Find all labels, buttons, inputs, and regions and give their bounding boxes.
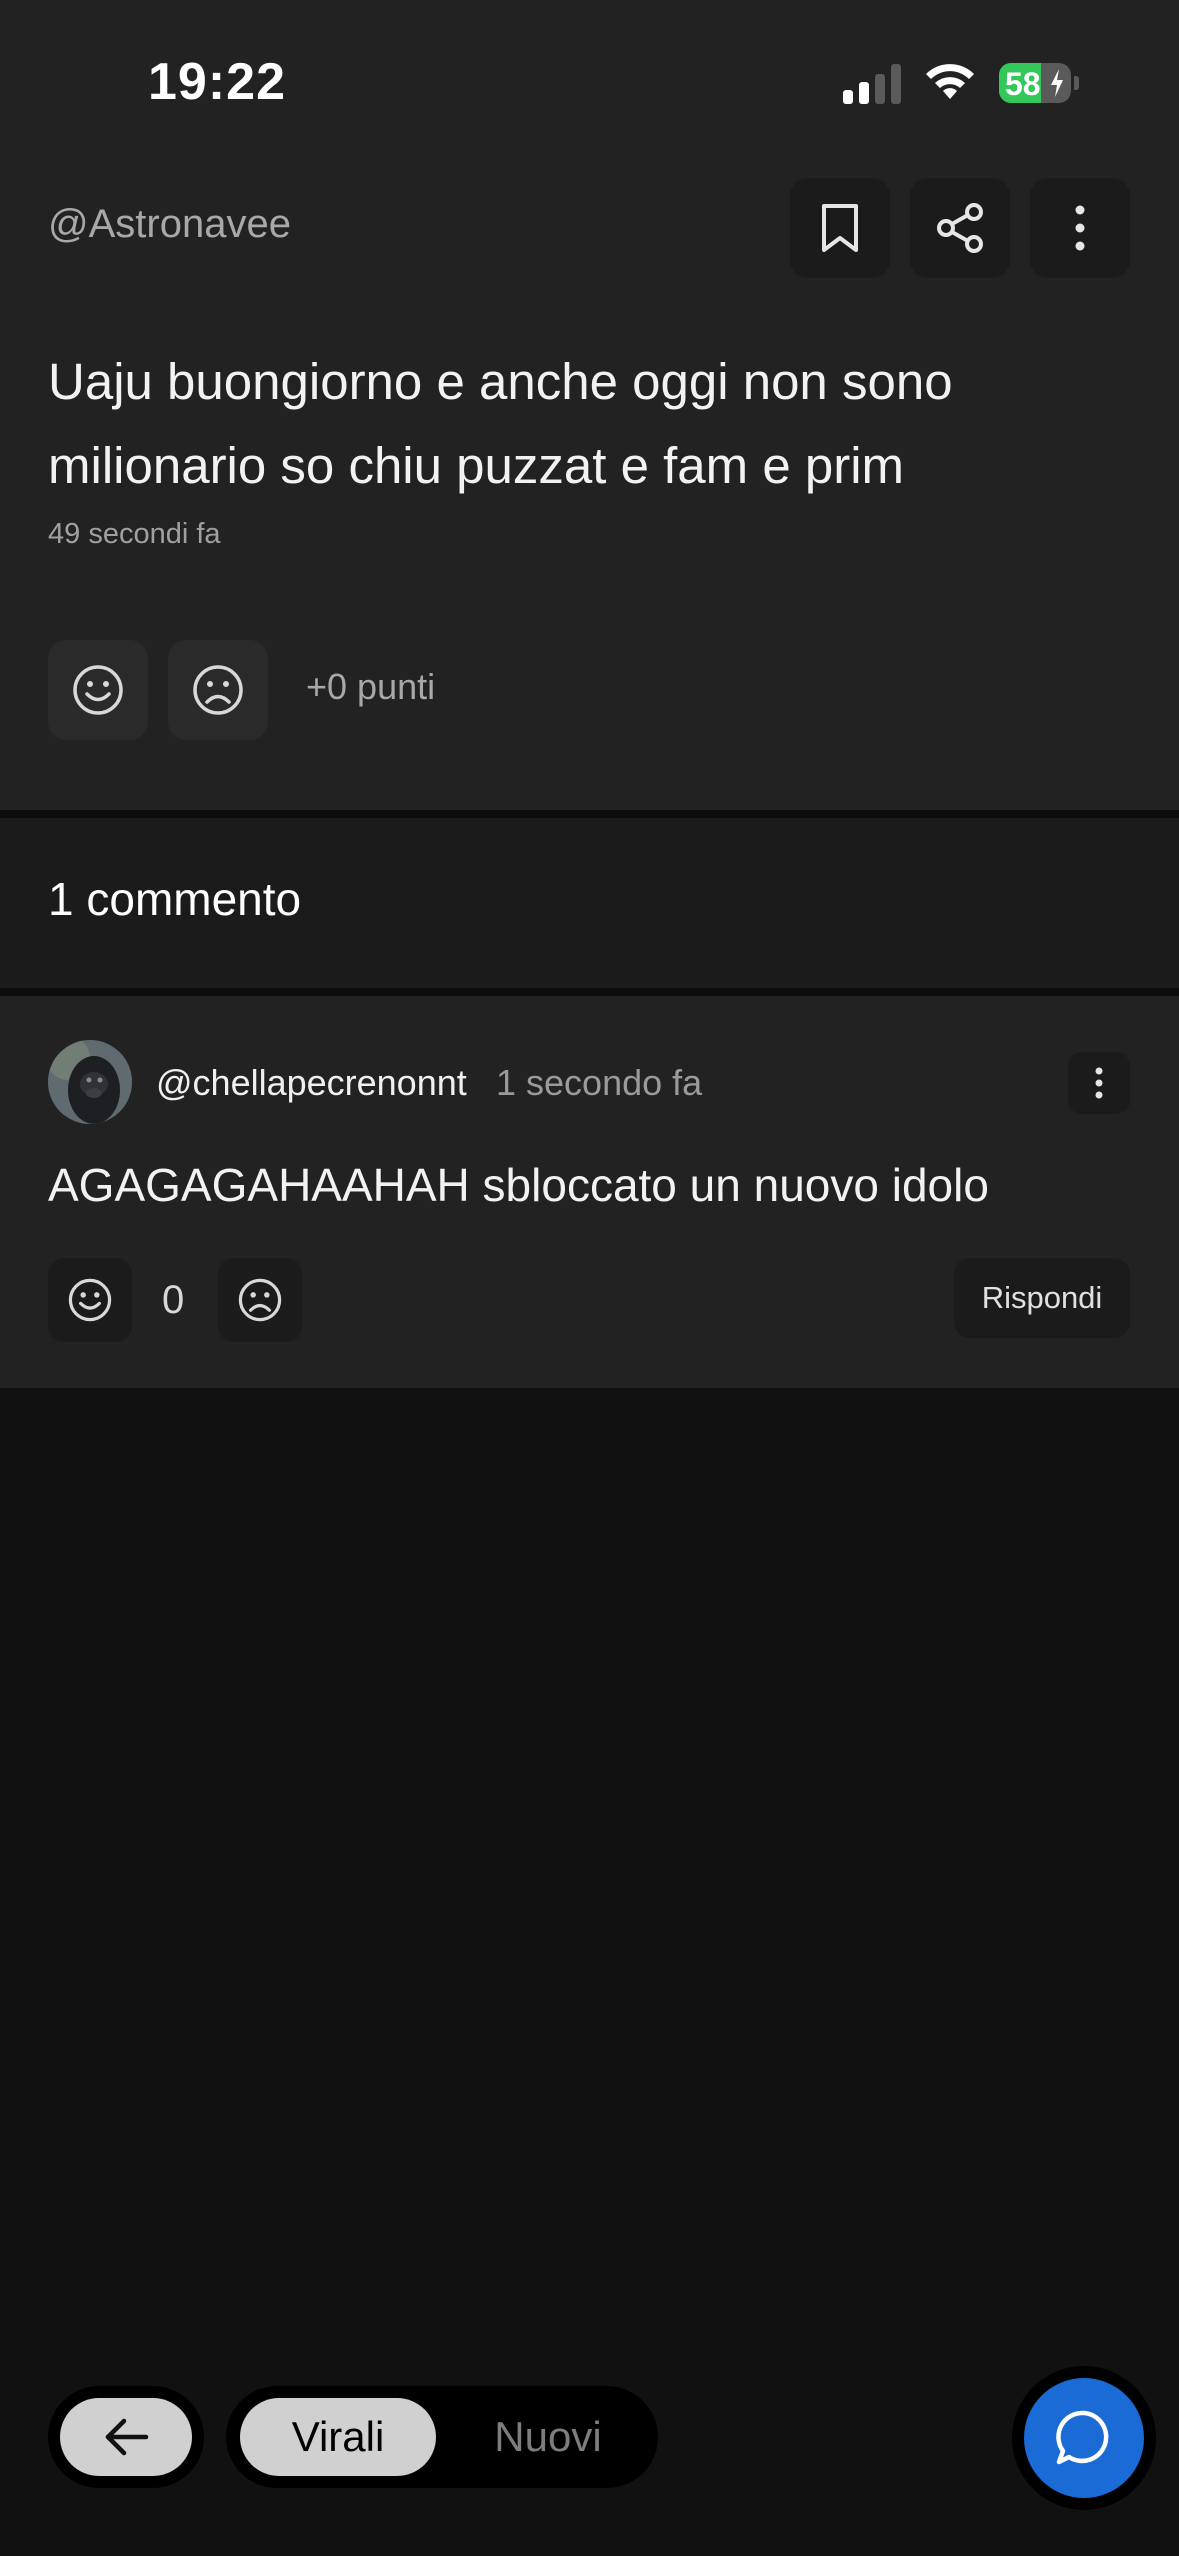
back-button[interactable] xyxy=(48,2386,204,2488)
post-timestamp: 49 secondi fa xyxy=(48,518,221,550)
bookmark-icon xyxy=(822,204,858,252)
feed-tabs: Virali Nuovi xyxy=(226,2386,658,2488)
comment-more-button[interactable] xyxy=(1068,1052,1130,1114)
new-comment-fab[interactable] xyxy=(1012,2366,1156,2510)
comment-timestamp: 1 secondo fa xyxy=(496,1062,703,1103)
tab-virali[interactable]: Virali xyxy=(240,2398,436,2476)
post-text: Uaju buongiorno e anche oggi non sono mi… xyxy=(48,353,953,494)
comments-count-title: 1 commento xyxy=(48,873,302,925)
avatar[interactable] xyxy=(48,1040,132,1124)
smile-icon xyxy=(73,665,123,715)
share-button[interactable] xyxy=(910,178,1010,278)
reply-button[interactable]: Rispondi xyxy=(954,1258,1130,1338)
divider xyxy=(0,810,1179,818)
comment-username[interactable]: @chellapecrenonnt xyxy=(156,1062,467,1104)
share-icon xyxy=(937,203,983,253)
chat-bubble-icon xyxy=(1056,2410,1109,2465)
post-author[interactable]: @Astronavee xyxy=(48,202,291,247)
frown-icon xyxy=(238,1278,282,1322)
more-vertical-icon xyxy=(1075,205,1085,251)
more-vertical-icon xyxy=(1095,1067,1103,1099)
battery-cap xyxy=(1074,76,1079,90)
divider xyxy=(0,988,1179,996)
charging-bolt-icon xyxy=(1051,69,1063,97)
wifi-icon xyxy=(926,64,974,99)
comment-score: 0 xyxy=(162,1278,185,1322)
upvote-button[interactable] xyxy=(48,640,148,740)
battery-percent: 58 xyxy=(1005,66,1041,102)
downvote-button[interactable] xyxy=(168,640,268,740)
status-time: 19:22 xyxy=(148,53,286,111)
back-button-inner[interactable] xyxy=(60,2398,192,2476)
comment-text: AGAGAGAHAAHAH sbloccato un nuovo idolo xyxy=(48,1159,989,1211)
comment-downvote-button[interactable] xyxy=(218,1258,302,1342)
battery-icon: 58 xyxy=(999,63,1079,103)
more-options-button[interactable] xyxy=(1030,178,1130,278)
bookmark-button[interactable] xyxy=(790,178,890,278)
arrow-left-icon xyxy=(105,2418,149,2456)
status-icons: 58 xyxy=(843,62,1079,104)
tab-nuovi[interactable]: Nuovi xyxy=(450,2398,646,2476)
comment-upvote-button[interactable] xyxy=(48,1258,132,1342)
user-avatar-image xyxy=(48,1040,132,1124)
new-comment-button[interactable] xyxy=(1024,2378,1144,2498)
smile-icon xyxy=(68,1278,112,1322)
cellular-signal-icon xyxy=(843,62,901,104)
post-points: +0 punti xyxy=(306,666,436,707)
frown-icon xyxy=(193,665,243,715)
